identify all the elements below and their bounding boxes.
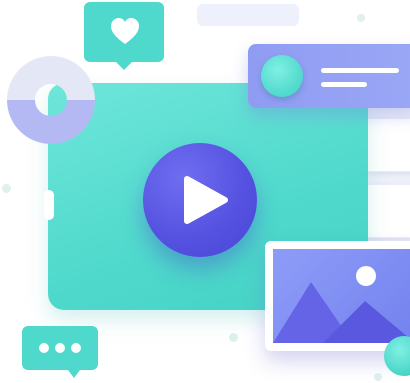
illustration-canvas <box>0 0 410 383</box>
video-card-notch <box>44 190 54 220</box>
profile-card <box>248 44 410 108</box>
decor-dot <box>2 184 11 193</box>
play-button[interactable] <box>143 143 257 257</box>
chat-dots-icon <box>22 326 98 378</box>
profile-line <box>321 82 367 87</box>
sun-icon <box>356 266 376 286</box>
image-icon <box>273 249 410 343</box>
heart-bubble-icon <box>84 2 164 70</box>
side-card <box>362 118 410 172</box>
decor-dot <box>229 333 238 342</box>
decor-dot <box>374 373 382 381</box>
side-card <box>362 184 410 238</box>
top-placeholder-bar <box>197 4 299 26</box>
decor-dot <box>357 14 365 22</box>
avatar-icon <box>261 55 303 97</box>
profile-line <box>321 68 399 73</box>
donut-ring-icon <box>7 56 95 144</box>
play-icon <box>184 176 228 224</box>
image-card <box>265 241 410 351</box>
decor-ball <box>384 336 410 376</box>
